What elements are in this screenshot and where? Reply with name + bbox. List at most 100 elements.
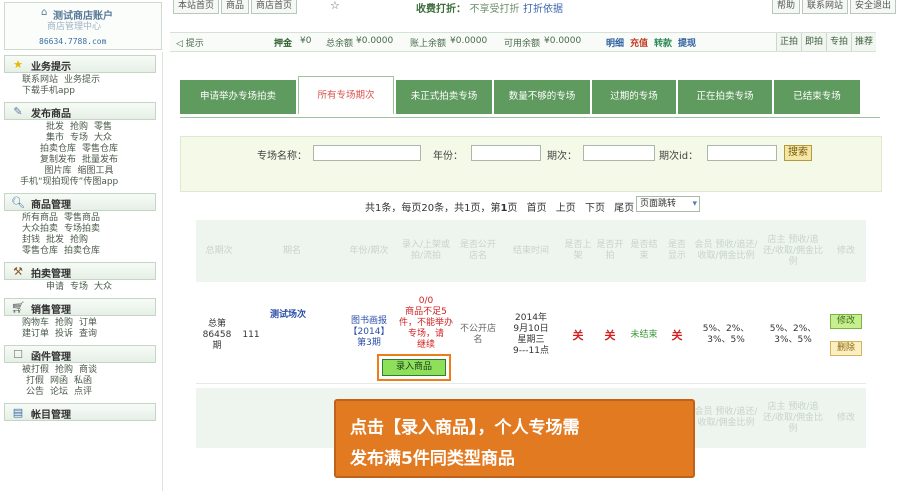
sidebar-item[interactable]: 抢购 — [70, 122, 88, 132]
sidebar-item[interactable]: 商谈 — [79, 365, 97, 375]
special-name-input[interactable] — [313, 145, 421, 161]
sidebar-item[interactable]: 零售仓库 — [82, 144, 118, 154]
period-input[interactable] — [583, 145, 655, 161]
sidebar-item[interactable]: 投诉 — [55, 329, 73, 339]
sidebar-item[interactable]: 被打假 — [22, 365, 49, 375]
favorite-star-icon[interactable]: ☆ — [330, 0, 340, 12]
sidebar-section-goods-management[interactable]: 🔍︎ 商品管理 — [4, 193, 156, 211]
sidebar-section-publish-goods[interactable]: ✎ 发布商品 — [4, 102, 156, 120]
col-header-edit: 修改 — [836, 412, 855, 423]
sidebar-section-letter-management[interactable]: ☐ 函件管理 — [4, 345, 156, 363]
tab-not-started[interactable]: 未正式拍卖专场 — [396, 80, 492, 114]
sidebar-item[interactable]: 抢购 — [55, 318, 73, 328]
sidebar-item[interactable]: 打假 — [26, 376, 44, 386]
sidebar-item[interactable]: 批发 — [46, 235, 64, 245]
sidebar-item[interactable]: 零售 — [94, 122, 112, 132]
sidebar-item[interactable]: 专场拍卖 — [64, 224, 100, 234]
page-jump-label: 页面跳转 — [640, 199, 677, 209]
sidebar-item[interactable]: 网函 — [50, 376, 68, 386]
sidebar-item[interactable]: 图片库 — [44, 166, 71, 176]
sidebar-section-sales-management[interactable]: 🛒︎ 销售管理 — [4, 298, 156, 316]
sidebar-item[interactable]: 手机“现拍现传”传图app — [20, 177, 118, 187]
sidebar-item[interactable]: 私函 — [74, 376, 92, 386]
contact-site-link[interactable]: 联系网站 — [801, 0, 848, 14]
tutorial-callout: 点击【录入商品】，个人专场需 发布满5件同类型商品 — [334, 399, 695, 478]
withdraw-link[interactable]: 提现 — [678, 36, 696, 49]
recommend-button[interactable]: 推荐 — [850, 33, 876, 51]
year-input[interactable] — [471, 145, 541, 161]
sidebar-section-account-management[interactable]: ▤ 帐目管理 — [4, 403, 156, 421]
first-page-link[interactable]: 首页 — [527, 203, 547, 214]
recharge-link[interactable]: 充值 — [630, 36, 648, 49]
sidebar-item[interactable]: 下载手机app — [22, 86, 75, 96]
shop-logo[interactable]: ⌂ 测试商店账户 商店管理中心 86634.7788.com — [4, 2, 162, 50]
sidebar-item[interactable]: 订单 — [79, 318, 97, 328]
sidebar-item[interactable]: 抢购 — [55, 365, 73, 375]
sidebar-section-body: 联系网站 业务提示 下载手机app — [4, 73, 156, 99]
sidebar-item[interactable]: 批发 — [46, 122, 64, 132]
hint-item[interactable]: ◁ 提示 — [176, 36, 204, 49]
sidebar-item[interactable]: 大众 — [94, 282, 112, 292]
sidebar-item[interactable]: 业务提示 — [64, 75, 100, 85]
sidebar-item[interactable]: 拍卖仓库 — [40, 144, 76, 154]
sidebar-item[interactable]: 抢购 — [70, 235, 88, 245]
sidebar-item[interactable]: 建订单 — [22, 329, 49, 339]
entry-goods-button[interactable]: 录入商品 — [382, 359, 446, 376]
nav-goods[interactable]: 商品 — [221, 0, 250, 14]
sidebar-item[interactable]: 批量发布 — [82, 155, 118, 165]
cell-name-link[interactable]: 测试场次 — [260, 286, 316, 384]
sidebar-item[interactable]: 论坛 — [50, 387, 68, 397]
special-auction-button[interactable]: 专拍 — [825, 33, 851, 51]
nav-home[interactable]: 本站首页 — [173, 0, 220, 14]
discount-basis-link[interactable]: 打折依据 — [523, 4, 563, 15]
sidebar-item[interactable]: 封钱 — [22, 235, 40, 245]
sidebar-section-auction-management[interactable]: ⚒ 拍卖管理 — [4, 262, 156, 280]
search-panel: 专场名称： 年份： 期次： 期次id： 搜索 — [180, 136, 882, 192]
regular-auction-button[interactable]: 正拍 — [775, 33, 801, 51]
logout-link[interactable]: 安全退出 — [849, 0, 896, 14]
tab-in-progress[interactable]: 正在拍卖专场 — [678, 80, 772, 114]
sidebar-item[interactable]: 所有商品 — [22, 213, 58, 223]
tab-expired[interactable]: 过期的专场 — [592, 80, 676, 114]
cell-started-toggle[interactable]: 关 — [594, 286, 626, 384]
details-link[interactable]: 明细 — [606, 36, 624, 49]
sidebar-item[interactable]: 公告 — [26, 387, 44, 397]
tab-insufficient-quantity[interactable]: 数量不够的专场 — [494, 80, 590, 114]
sidebar-section-body: 购物车 抢购 订单 建订单 投诉 查询 — [4, 316, 156, 342]
total-period-line: 86458 — [202, 329, 232, 340]
delete-button[interactable]: 删除 — [829, 341, 862, 356]
instant-auction-button[interactable]: 即拍 — [800, 33, 826, 51]
search-button[interactable]: 搜索 — [784, 145, 812, 161]
sidebar-item[interactable]: 申请 — [46, 282, 64, 292]
edit-button[interactable]: 修改 — [829, 314, 862, 329]
cell-shown-toggle[interactable]: 关 — [662, 286, 692, 384]
prev-page-link[interactable]: 上页 — [556, 203, 576, 214]
sidebar-item[interactable]: 复制发布 — [40, 155, 76, 165]
sidebar-item[interactable]: 点评 — [74, 387, 92, 397]
page-jump-select[interactable]: 页面跳转 ▾ — [636, 196, 700, 212]
tab-apply-special-auction[interactable]: 申请举办专场拍卖 — [180, 80, 296, 114]
transfer-link[interactable]: 转款 — [654, 36, 672, 49]
last-page-link[interactable]: 尾页 — [614, 203, 634, 214]
sidebar-item[interactable]: 大众 — [94, 133, 112, 143]
sidebar-item[interactable]: 购物车 — [22, 318, 49, 328]
sidebar-item[interactable]: 零售仓库 — [22, 246, 58, 256]
tab-finished[interactable]: 已结束专场 — [774, 80, 860, 114]
sidebar-item[interactable]: 专场 — [70, 282, 88, 292]
sidebar-item[interactable]: 零售商品 — [64, 213, 100, 223]
next-page-link[interactable]: 下页 — [585, 203, 605, 214]
tab-all-special-periods[interactable]: 所有专场期次 — [298, 76, 394, 114]
cell-onshelf-toggle[interactable]: 关 — [562, 286, 594, 384]
sidebar-section-business-tips[interactable]: ★ 业务提示 — [4, 55, 156, 73]
sidebar-item[interactable]: 拍卖仓库 — [64, 246, 100, 256]
help-link[interactable]: 帮助 — [771, 0, 800, 14]
sidebar-item[interactable]: 查询 — [79, 329, 97, 339]
nav-shop-home[interactable]: 商店首页 — [251, 0, 298, 14]
period-id-input[interactable] — [707, 145, 777, 161]
sidebar-item[interactable]: 联系网站 — [22, 75, 58, 85]
end-time-line: 9---11点 — [513, 346, 549, 356]
sidebar-item[interactable]: 缩图工具 — [78, 166, 114, 176]
sidebar-item[interactable]: 专场 — [70, 133, 88, 143]
sidebar-item[interactable]: 集市 — [46, 133, 64, 143]
sidebar-item[interactable]: 大众拍卖 — [22, 224, 58, 234]
